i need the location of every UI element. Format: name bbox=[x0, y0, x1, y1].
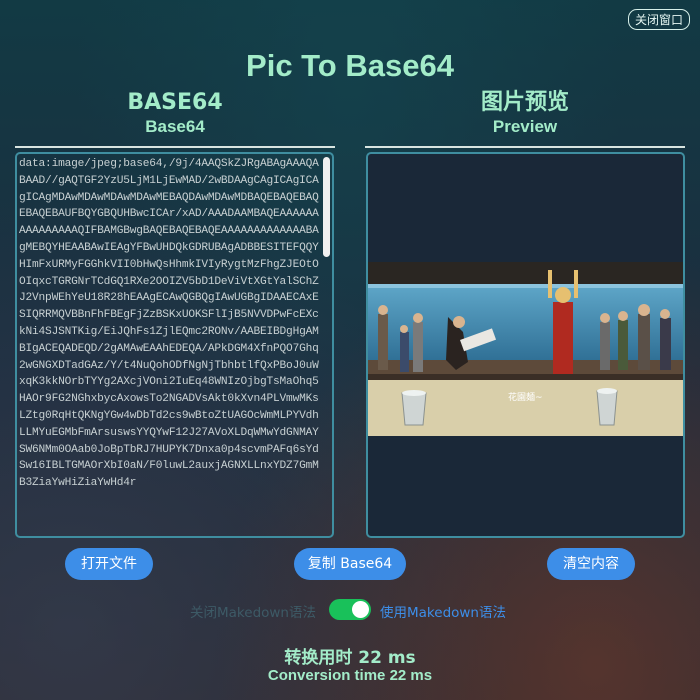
conversion-time-secondary: Conversion time 22 ms bbox=[267, 667, 433, 684]
preview-column-heading: 图片预览 Preview bbox=[365, 90, 685, 138]
preview-heading-primary: 图片预览 bbox=[480, 90, 569, 115]
switch-knob bbox=[352, 601, 369, 618]
page-title: Pic To Base64 bbox=[246, 48, 454, 83]
base64-heading-secondary: Base64 bbox=[145, 117, 205, 136]
markdown-toggle-row: 关闭Makedown语法 使用Makedown语法 bbox=[0, 599, 700, 621]
conversion-time-primary: 转换用时 22 ms bbox=[284, 648, 416, 668]
preview-image-art bbox=[368, 262, 683, 436]
base64-text[interactable]: data:image/jpeg;base64,/9j/4AAQSkZJRgABA… bbox=[19, 156, 320, 534]
image-preview-panel: 花園麺~ bbox=[366, 152, 685, 538]
left-divider bbox=[15, 146, 335, 148]
open-file-button[interactable]: 打开文件 bbox=[65, 548, 153, 580]
copy-base64-button[interactable]: 复制 Base64 bbox=[294, 548, 406, 580]
preview-image: 花園麺~ bbox=[368, 262, 683, 436]
markdown-off-label: 关闭Makedown语法 bbox=[190, 605, 316, 621]
preview-heading-secondary: Preview bbox=[492, 117, 558, 136]
preview-subtitle: 花園麺~ bbox=[508, 393, 543, 403]
textarea-scrollbar[interactable] bbox=[323, 157, 330, 257]
base64-textarea[interactable]: data:image/jpeg;base64,/9j/4AAQSkZJRgABA… bbox=[15, 152, 334, 538]
clear-content-button[interactable]: 清空内容 bbox=[547, 548, 635, 580]
close-window-button[interactable]: 关闭窗口 bbox=[627, 9, 690, 30]
base64-heading-primary: BASE64 bbox=[127, 90, 223, 115]
markdown-switch[interactable] bbox=[329, 599, 371, 620]
markdown-on-label: 使用Makedown语法 bbox=[380, 605, 506, 621]
base64-column-heading: BASE64 Base64 bbox=[15, 90, 335, 138]
right-divider bbox=[365, 146, 685, 148]
